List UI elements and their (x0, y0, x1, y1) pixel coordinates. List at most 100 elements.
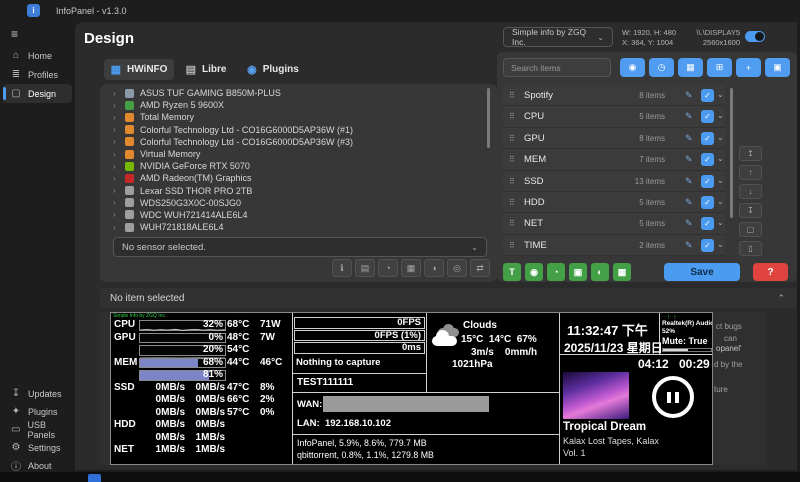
drag-handle-icon[interactable]: ⠿ (509, 219, 515, 228)
tree-row[interactable]: ›Colorful Technology Ltd - CO16G6000D5AP… (100, 136, 497, 148)
group-row-hdd[interactable]: ⠿ HDD 5 items ✎ ✓ ⌄ (503, 192, 725, 213)
group-checkbox[interactable]: ✓ (701, 217, 714, 230)
drag-handle-icon[interactable]: ⠿ (509, 198, 515, 207)
panel-preview[interactable]: Simple Info by ZGQ Inc. CPU 32% 68°C 71W… (110, 312, 713, 465)
drag-handle-icon[interactable]: ⠿ (509, 134, 515, 143)
group-checkbox[interactable]: ✓ (701, 110, 714, 123)
selection-bar[interactable]: No item selected ⌃ (100, 288, 797, 308)
group-row-mem[interactable]: ⠿ MEM 7 items ✎ ✓ ⌄ (503, 149, 725, 170)
donut-item-button[interactable]: ◑ (424, 259, 444, 277)
menu-icon[interactable]: ≡ (11, 27, 18, 41)
chevron-up-icon[interactable]: ⌃ (777, 293, 797, 304)
chevron-down-icon[interactable]: ⌄ (717, 154, 724, 163)
add-clock-button[interactable]: ◉ (525, 263, 543, 281)
tree-row[interactable]: ›NVIDIA GeForce RTX 5070 (100, 160, 497, 172)
chevron-down-icon[interactable]: ⌄ (717, 90, 724, 99)
save-button[interactable]: Save (664, 263, 740, 281)
chevron-right-icon[interactable]: › (113, 162, 119, 171)
display-toggle[interactable] (745, 31, 765, 42)
folder-button[interactable]: ▣ (765, 58, 790, 77)
edit-icon[interactable]: ✎ (685, 176, 693, 187)
tab-hwinfo[interactable]: ▦ HWiNFO (104, 59, 174, 80)
tree-row[interactable]: ›WDC WUH721414ALE6L4 (100, 209, 497, 221)
chevron-right-icon[interactable]: › (113, 125, 119, 134)
edit-icon[interactable]: ✎ (685, 111, 693, 122)
drag-handle-icon[interactable]: ⠿ (509, 155, 515, 164)
profile-select[interactable]: Simple info by ZGQ Inc. ⌄ (503, 27, 613, 47)
chevron-right-icon[interactable]: › (113, 174, 119, 183)
sidebar-item-updates[interactable]: ↧ Updates (3, 384, 72, 403)
chevron-right-icon[interactable]: › (113, 223, 119, 232)
move-up-button[interactable]: ↑ (739, 165, 762, 180)
text-item-button[interactable]: ℹ (332, 259, 352, 277)
bar-item-button[interactable]: ▦ (401, 259, 421, 277)
group-row-cpu[interactable]: ⠿ CPU 5 items ✎ ✓ ⌄ (503, 106, 725, 127)
add-gauge-button[interactable]: ◔ (547, 263, 565, 281)
edit-icon[interactable]: ✎ (685, 90, 693, 101)
tree-row[interactable]: ›Colorful Technology Ltd - CO16G6000D5AP… (100, 124, 497, 136)
history-button[interactable]: ◷ (649, 58, 674, 77)
add-table-button[interactable]: ▦ (613, 263, 631, 281)
group-row-gpu[interactable]: ⠿ GPU 8 items ✎ ✓ ⌄ (503, 128, 725, 149)
edit-icon[interactable]: ✎ (685, 197, 693, 208)
drag-handle-icon[interactable]: ⠿ (509, 91, 515, 100)
tree-row[interactable]: ›Virtual Memory (100, 148, 497, 160)
tree-row[interactable]: ›Total Memory (100, 111, 497, 123)
chevron-right-icon[interactable]: › (113, 101, 119, 110)
tree-row[interactable]: ›WUH721818ALE6L4 (100, 221, 497, 232)
edit-icon[interactable]: ✎ (685, 240, 693, 251)
sensor-item-button[interactable]: ◎ (447, 259, 467, 277)
sidebar-item-profiles[interactable]: ≣ Profiles (3, 65, 72, 84)
chevron-right-icon[interactable]: › (113, 150, 119, 159)
search-input[interactable] (503, 58, 611, 77)
drag-handle-icon[interactable]: ⠿ (509, 241, 515, 250)
move-bottom-button[interactable]: ↧ (739, 203, 762, 218)
group-row-time[interactable]: ⠿ TIME 2 items ✎ ✓ ⌄ (503, 235, 725, 256)
group-checkbox[interactable]: ✓ (701, 239, 714, 252)
edit-icon[interactable]: ✎ (685, 218, 693, 229)
sidebar-item-design[interactable]: ▢ Design (3, 84, 72, 103)
move-down-button[interactable]: ↓ (739, 184, 762, 199)
add-image-button[interactable]: ▣ (569, 263, 587, 281)
add-panel-button[interactable]: ⊞ (707, 58, 732, 77)
group-row-net[interactable]: ⠿ NET 5 items ✎ ✓ ⌄ (503, 213, 725, 234)
tree-row[interactable]: ›WDS250G3X0C-00SJG0 (100, 197, 497, 209)
help-button[interactable]: ? (753, 263, 788, 281)
tree-row[interactable]: ›Lexar SSD THOR PRO 2TB (100, 185, 497, 197)
chevron-right-icon[interactable]: › (113, 186, 119, 195)
swap-item-button[interactable]: ⇄ (470, 259, 490, 277)
chevron-down-icon[interactable]: ⌄ (717, 133, 724, 142)
chevron-down-icon[interactable]: ⌄ (717, 176, 724, 185)
chevron-right-icon[interactable]: › (113, 210, 119, 219)
group-checkbox[interactable]: ✓ (701, 196, 714, 209)
tree-row[interactable]: ›AMD Ryzen 5 9600X (100, 99, 497, 111)
drag-handle-icon[interactable]: ⠿ (509, 112, 515, 121)
tree-scrollbar[interactable] (487, 88, 490, 148)
tab-libre[interactable]: ▤ Libre (180, 59, 232, 80)
delete-button[interactable]: ▯ (739, 241, 762, 256)
taskbar-app-icon[interactable] (88, 474, 101, 482)
group-checkbox[interactable]: ✓ (701, 175, 714, 188)
image-button[interactable]: ▦ (678, 58, 703, 77)
chevron-down-icon[interactable]: ⌄ (717, 197, 724, 206)
group-checkbox[interactable]: ✓ (701, 132, 714, 145)
tree-row[interactable]: ›AMD Radeon(TM) Graphics (100, 172, 497, 184)
sidebar-item-home[interactable]: ⌂ Home (3, 46, 72, 65)
brush-button[interactable]: ◉ (620, 58, 645, 77)
chevron-right-icon[interactable]: › (113, 89, 119, 98)
sidebar-item-plugins[interactable]: ✦ Plugins (3, 402, 72, 421)
chevron-right-icon[interactable]: › (113, 113, 119, 122)
edit-icon[interactable]: ✎ (685, 133, 693, 144)
move-top-button[interactable]: ↥ (739, 146, 762, 161)
gauge-item-button[interactable]: ◔ (378, 259, 398, 277)
group-row-ssd[interactable]: ⠿ SSD 13 items ✎ ✓ ⌄ (503, 171, 725, 192)
chevron-right-icon[interactable]: › (113, 137, 119, 146)
chevron-right-icon[interactable]: › (113, 198, 119, 207)
chevron-down-icon[interactable]: ⌄ (717, 218, 724, 227)
drag-handle-icon[interactable]: ⠿ (509, 177, 515, 186)
edit-icon[interactable]: ✎ (685, 154, 693, 165)
duplicate-button[interactable]: ▢ (739, 222, 762, 237)
chevron-down-icon[interactable]: ⌄ (717, 111, 724, 120)
graph-item-button[interactable]: ▤ (355, 259, 375, 277)
sidebar-item-settings[interactable]: ⚙ Settings (3, 438, 72, 457)
